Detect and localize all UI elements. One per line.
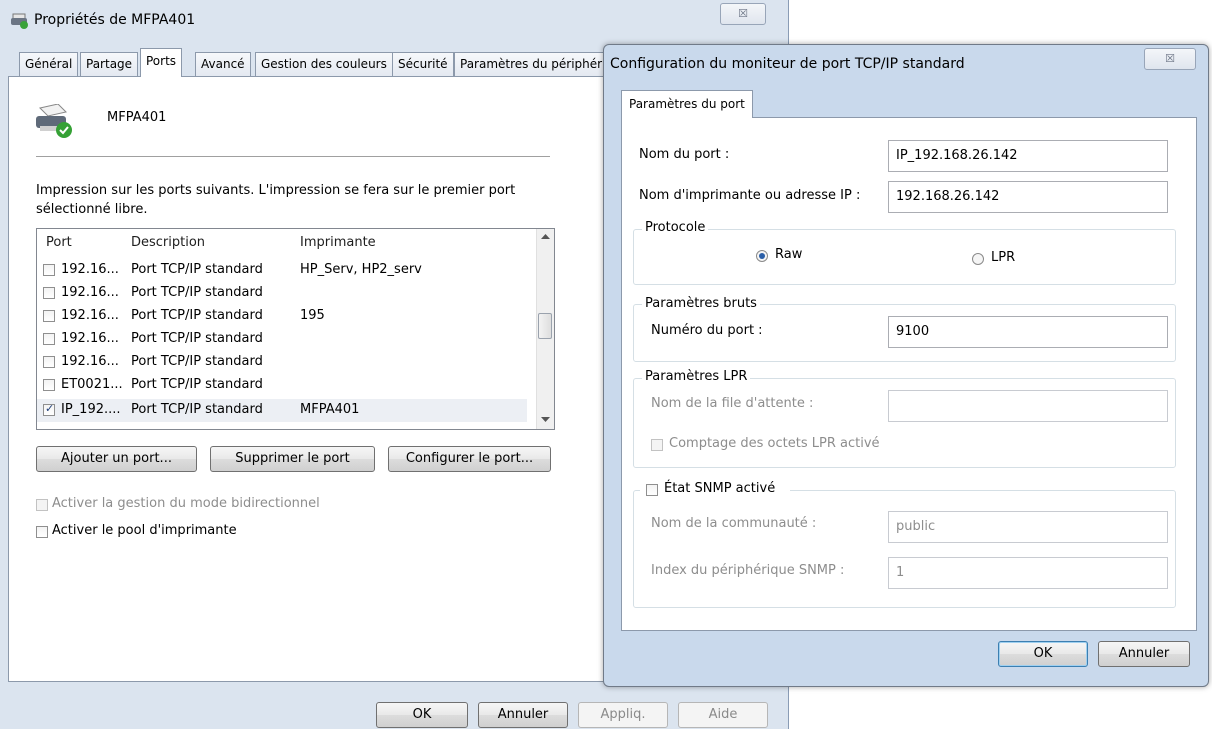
- chevron-down-icon[interactable]: [541, 417, 550, 423]
- port-description: Port TCP/IP standard: [131, 331, 263, 346]
- community-name-field[interactable]: public: [888, 511, 1168, 543]
- port-description: Port TCP/IP standard: [131, 377, 263, 392]
- port-printer: HP_Serv, HP2_serv: [300, 262, 422, 277]
- close-button[interactable]: ☒: [720, 3, 766, 25]
- cancel-button[interactable]: Annuler: [1098, 641, 1190, 667]
- port-printer: MFPA401: [300, 402, 360, 417]
- list-item[interactable]: 192.16... Port TCP/IP standard 195: [37, 305, 527, 328]
- raw-settings-group-label: Paramètres bruts: [642, 296, 760, 311]
- port-printer: 195: [300, 308, 325, 323]
- queue-name-label: Nom de la file d'attente :: [651, 396, 814, 411]
- printer-name: MFPA401: [107, 110, 167, 125]
- port-name: 192.16...: [61, 262, 119, 277]
- list-item[interactable]: ET0021... Port TCP/IP standard: [37, 374, 527, 397]
- tab-advanced[interactable]: Avancé: [195, 52, 251, 76]
- list-item[interactable]: IP_192.... Port TCP/IP standard MFPA401: [37, 399, 527, 422]
- port-checkbox[interactable]: [43, 333, 55, 345]
- close-button[interactable]: ☒: [1144, 48, 1196, 70]
- printer-pool-checkbox[interactable]: [36, 526, 48, 538]
- lpr-byte-count-checkbox[interactable]: [651, 439, 663, 451]
- queue-name-field[interactable]: [888, 390, 1168, 422]
- community-name-label: Nom de la communauté :: [651, 516, 817, 531]
- snmp-label: État SNMP activé: [664, 481, 776, 496]
- port-name: 192.16...: [61, 354, 119, 369]
- window-title: Propriétés de MFPA401: [34, 12, 196, 28]
- port-name: 192.16...: [61, 331, 119, 346]
- scrollbar[interactable]: [536, 229, 554, 429]
- printer-icon: [36, 104, 72, 138]
- raw-radio-label: Raw: [775, 247, 803, 262]
- apply-button[interactable]: Appliq.: [578, 702, 668, 728]
- port-number-field[interactable]: 9100: [888, 316, 1168, 348]
- port-name-label: Nom du port :: [639, 147, 730, 162]
- lpr-radio-label: LPR: [991, 250, 1016, 265]
- scrollbar-thumb[interactable]: [538, 313, 552, 339]
- tab-color-management[interactable]: Gestion des couleurs: [255, 52, 393, 76]
- snmp-index-field[interactable]: 1: [888, 557, 1168, 589]
- lpr-radio[interactable]: [972, 253, 984, 265]
- port-number-label: Numéro du port :: [651, 323, 763, 338]
- delete-port-button[interactable]: Supprimer le port: [210, 446, 375, 472]
- port-name-field[interactable]: IP_192.168.26.142: [888, 140, 1168, 172]
- port-checkbox[interactable]: [43, 264, 55, 276]
- ok-button[interactable]: OK: [376, 702, 468, 728]
- snmp-group: [633, 490, 1176, 608]
- configure-port-button[interactable]: Configurer le port...: [388, 446, 551, 472]
- bidirectional-checkbox[interactable]: [36, 499, 48, 511]
- column-header-description[interactable]: Description: [131, 235, 205, 250]
- list-item[interactable]: 192.16... Port TCP/IP standard HP_Serv, …: [37, 259, 527, 282]
- tab-ports[interactable]: Ports: [140, 48, 183, 77]
- port-name: 192.16...: [61, 308, 119, 323]
- tab-security[interactable]: Sécurité: [392, 52, 454, 76]
- printer-icon: [11, 13, 28, 29]
- ports-description: Impression sur les ports suivants. L'imp…: [36, 183, 516, 217]
- protocol-group: [633, 229, 1176, 285]
- list-header: Port Description Imprimante: [37, 232, 527, 255]
- protocol-group-label: Protocole: [642, 220, 709, 235]
- list-item[interactable]: 192.16... Port TCP/IP standard: [37, 328, 527, 351]
- dialog-title: Configuration du moniteur de port TCP/IP…: [610, 56, 965, 72]
- port-checkbox[interactable]: [43, 356, 55, 368]
- printer-pool-label: Activer le pool d'imprimante: [52, 523, 237, 538]
- printer-address-label: Nom d'imprimante ou adresse IP :: [639, 188, 861, 203]
- cancel-button[interactable]: Annuler: [478, 702, 568, 728]
- lpr-byte-count-label: Comptage des octets LPR activé: [669, 436, 880, 451]
- snmp-checkbox[interactable]: [646, 484, 658, 496]
- port-name: ET0021...: [61, 377, 123, 392]
- snmp-index-label: Index du périphérique SNMP :: [651, 563, 845, 578]
- tab-device-settings[interactable]: Paramètres du périphéri: [454, 52, 612, 76]
- list-item[interactable]: 192.16... Port TCP/IP standard: [37, 282, 527, 305]
- chevron-up-icon[interactable]: [541, 234, 550, 240]
- raw-radio[interactable]: [756, 250, 768, 262]
- port-description: Port TCP/IP standard: [131, 402, 263, 417]
- help-button[interactable]: Aide: [678, 702, 768, 728]
- port-checkbox[interactable]: [43, 310, 55, 322]
- separator: [36, 156, 550, 157]
- port-list[interactable]: Port Description Imprimante 192.16... Po…: [36, 228, 555, 430]
- lpr-settings-group-label: Paramètres LPR: [642, 369, 751, 384]
- tab-sharing[interactable]: Partage: [80, 52, 139, 76]
- printer-address-field[interactable]: 192.168.26.142: [888, 181, 1168, 213]
- bidirectional-label: Activer la gestion du mode bidirectionne…: [52, 496, 320, 511]
- port-checkbox[interactable]: [43, 287, 55, 299]
- column-header-printer[interactable]: Imprimante: [300, 235, 376, 250]
- port-description: Port TCP/IP standard: [131, 354, 263, 369]
- port-name: IP_192....: [61, 402, 121, 417]
- port-checkbox[interactable]: [43, 402, 55, 416]
- port-description: Port TCP/IP standard: [131, 285, 263, 300]
- port-description: Port TCP/IP standard: [131, 262, 263, 277]
- list-item[interactable]: 192.16... Port TCP/IP standard: [37, 351, 527, 374]
- tab-port-settings[interactable]: Paramètres du port: [621, 90, 753, 118]
- column-header-port[interactable]: Port: [46, 235, 72, 250]
- tab-general[interactable]: Général: [19, 52, 79, 76]
- port-description: Port TCP/IP standard: [131, 308, 263, 323]
- ok-button[interactable]: OK: [998, 641, 1088, 667]
- port-name: 192.16...: [61, 285, 119, 300]
- port-checkbox[interactable]: [43, 379, 55, 391]
- add-port-button[interactable]: Ajouter un port...: [36, 446, 197, 472]
